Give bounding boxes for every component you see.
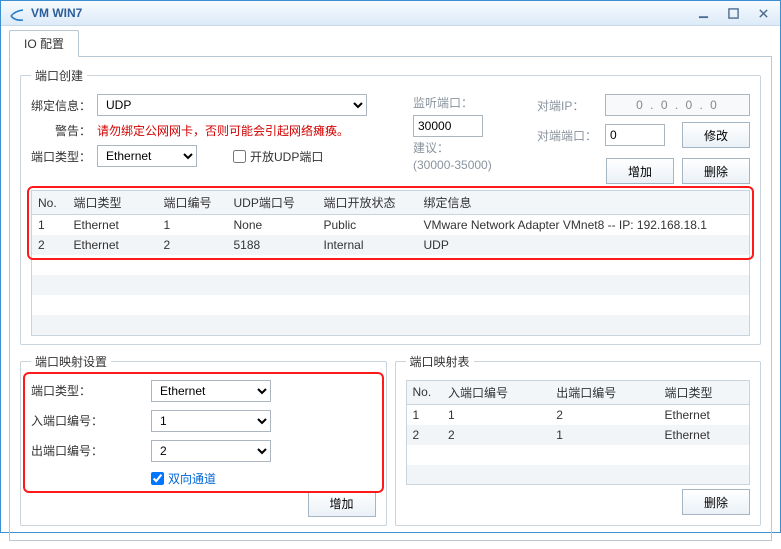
ms-port-type-label: 端口类型： (31, 382, 151, 399)
warning-label: 警告： (31, 122, 91, 139)
mt-th-no: No. (406, 380, 442, 404)
open-udp-checkbox[interactable] (233, 150, 246, 163)
mapping-settings-legend: 端口映射设置 (31, 353, 111, 370)
mapping-settings-group: 端口映射设置 端口类型： Ethernet 入端口编号： 1 出端口编号： 2 (20, 353, 387, 526)
warning-text: 请勿绑定公网网卡，否则可能会引起网络瘫痪。 (97, 122, 349, 139)
tab-io-config[interactable]: IO 配置 (9, 30, 79, 57)
table-row[interactable]: 2 2 1 Ethernet (406, 425, 750, 445)
mt-th-type: 端口类型 (659, 380, 750, 404)
th-num: 端口编号 (158, 191, 228, 215)
maximize-button[interactable] (718, 1, 748, 25)
bind-info-label: 绑定信息： (31, 97, 91, 114)
ms-in-port-label: 入端口编号： (31, 412, 151, 429)
listen-hint-value: (30000-35000) (413, 158, 492, 172)
mt-th-out: 出端口编号 (550, 380, 658, 404)
modify-button[interactable]: 修改 (682, 122, 750, 148)
mapping-table-legend: 端口映射表 (406, 353, 474, 370)
listen-hint-label: 建议： (413, 139, 449, 156)
ms-port-type-select[interactable]: Ethernet (151, 380, 271, 402)
delete-port-button[interactable]: 删除 (682, 158, 750, 184)
port-create-group: 端口创建 绑定信息： UDP 警告： 请勿绑定公网网卡，否则可能会引起网络瘫痪。 (20, 67, 761, 345)
mapping-table-group: 端口映射表 No. 入端口编号 出端口编号 端口类型 1 1 (395, 353, 762, 526)
app-window: VM WIN7 IO 配置 端口创建 绑定信息： UDP (0, 0, 781, 533)
add-mapping-button[interactable]: 增加 (308, 491, 376, 517)
close-button[interactable] (748, 1, 778, 25)
mapping-table[interactable]: No. 入端口编号 出端口编号 端口类型 1 1 2 Ethernet (406, 380, 751, 486)
th-type: 端口类型 (68, 191, 158, 215)
add-port-button[interactable]: 增加 (606, 158, 674, 184)
table-row[interactable]: 2 Ethernet 2 5188 Internal UDP (32, 235, 750, 255)
th-bind: 绑定信息 (418, 191, 750, 215)
bidir-checkbox-wrap[interactable]: 双向通道 (151, 470, 311, 487)
port-type-label: 端口类型： (31, 148, 91, 165)
port-create-legend: 端口创建 (31, 67, 87, 84)
window-title: VM WIN7 (31, 6, 688, 20)
listen-port-label: 监听端口： (413, 94, 473, 111)
peer-port-label: 对端端口： (537, 127, 597, 144)
window-buttons (688, 1, 778, 25)
ms-out-port-select[interactable]: 2 (151, 440, 271, 462)
content-area: IO 配置 端口创建 绑定信息： UDP 警告： 请 (1, 26, 780, 549)
open-udp-label: 开放UDP端口 (250, 148, 323, 165)
peer-ip-input[interactable]: 0 . 0 . 0 . 0 (605, 94, 750, 116)
peer-ip-label: 对端IP： (537, 97, 597, 114)
table-row[interactable]: 1 1 2 Ethernet (406, 404, 750, 425)
minimize-button[interactable] (688, 1, 718, 25)
ms-out-port-label: 出端口编号： (31, 442, 151, 459)
bidir-label: 双向通道 (168, 470, 216, 487)
tab-panel: 端口创建 绑定信息： UDP 警告： 请勿绑定公网网卡，否则可能会引起网络瘫痪。 (9, 56, 772, 541)
ms-in-port-select[interactable]: 1 (151, 410, 271, 432)
th-udp: UDP端口号 (228, 191, 318, 215)
tabs: IO 配置 (9, 30, 772, 57)
port-table[interactable]: No. 端口类型 端口编号 UDP端口号 端口开放状态 绑定信息 1 Ether… (31, 190, 750, 336)
open-udp-checkbox-wrap[interactable]: 开放UDP端口 (233, 148, 323, 165)
th-no: No. (32, 191, 68, 215)
bind-info-select[interactable]: UDP (97, 94, 367, 116)
port-type-select[interactable]: Ethernet (97, 145, 197, 167)
th-open: 端口开放状态 (318, 191, 418, 215)
table-row[interactable]: 1 Ethernet 1 None Public VMware Network … (32, 215, 750, 236)
listen-port-input[interactable] (413, 115, 483, 137)
app-icon (9, 5, 25, 21)
titlebar: VM WIN7 (1, 1, 780, 26)
mt-th-in: 入端口编号 (442, 380, 550, 404)
delete-mapping-button[interactable]: 删除 (682, 489, 750, 515)
peer-port-input[interactable] (605, 124, 665, 146)
bidir-checkbox[interactable] (151, 472, 164, 485)
